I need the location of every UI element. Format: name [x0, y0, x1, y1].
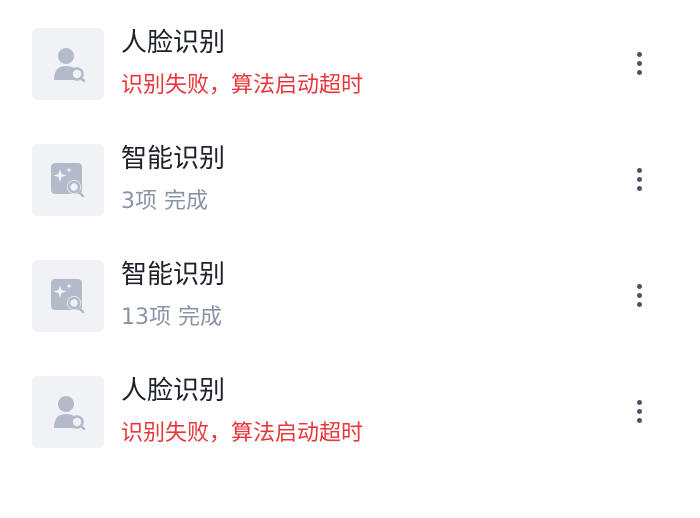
thumbnail [32, 260, 104, 332]
item-status: 13项 完成 [121, 305, 222, 330]
face-recognition-icon [54, 48, 86, 82]
thumbnail [32, 144, 104, 216]
item-title: 智能识别 [121, 260, 226, 290]
face-recognition-icon [54, 396, 86, 430]
more-options-icon[interactable] [626, 281, 654, 311]
thumbnail [32, 28, 104, 100]
item-status: 3项 完成 [121, 189, 208, 214]
item-status: 识别失败，算法启动超时 [121, 421, 364, 446]
item-title: 人脸识别 [121, 28, 226, 58]
list-item[interactable]: 智能识别 3项 完成 [0, 135, 700, 225]
task-list: 人脸识别 识别失败，算法启动超时 智能识别 3项 完成 智能识别 13项 完成 … [0, 0, 700, 518]
smart-recognition-icon [51, 279, 85, 314]
smart-recognition-icon [51, 163, 85, 198]
list-item[interactable]: 人脸识别 识别失败，算法启动超时 [0, 367, 700, 457]
item-title: 智能识别 [121, 144, 226, 174]
thumbnail [32, 376, 104, 448]
more-options-icon[interactable] [626, 49, 654, 79]
list-item[interactable]: 人脸识别 识别失败，算法启动超时 [0, 19, 700, 109]
more-options-icon[interactable] [626, 165, 654, 195]
list-item[interactable]: 智能识别 13项 完成 [0, 251, 700, 341]
more-options-icon[interactable] [626, 397, 654, 427]
item-title: 人脸识别 [121, 376, 226, 406]
item-status: 识别失败，算法启动超时 [121, 73, 364, 98]
